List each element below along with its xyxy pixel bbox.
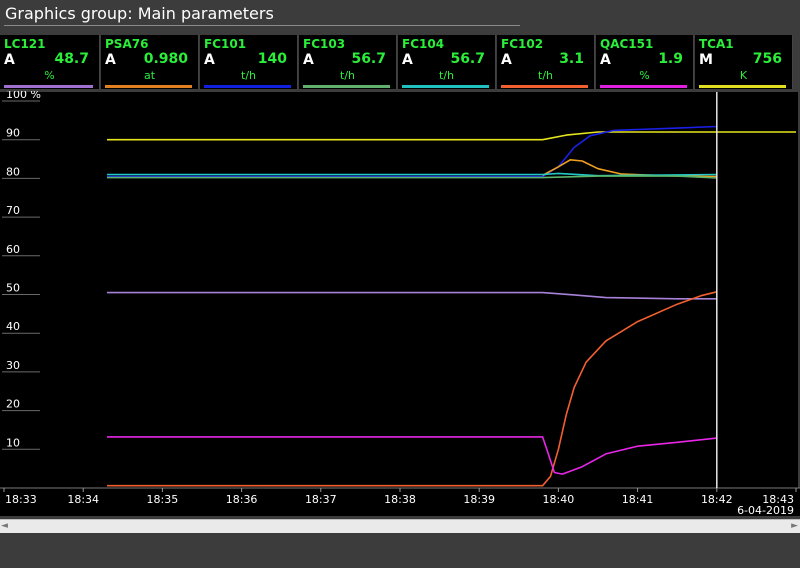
x-tick-label: 18:40 bbox=[543, 493, 575, 506]
x-tick-label: 18:37 bbox=[305, 493, 337, 506]
window-title: Graphics group: Main parameters bbox=[5, 4, 274, 23]
tag-color-swatch bbox=[699, 85, 786, 88]
tag-name: FC104 bbox=[402, 37, 445, 51]
tag-name: QAC151 bbox=[600, 37, 654, 51]
y-tick-label: 100 % bbox=[6, 91, 41, 101]
tag-color-swatch bbox=[4, 85, 93, 88]
tag-unit: % bbox=[44, 69, 55, 82]
tag-tile-qac151[interactable]: QAC151 A 1.9% bbox=[596, 35, 694, 89]
x-tick-label: 18:39 bbox=[463, 493, 495, 506]
tag-tile-lc121[interactable]: LC121 A 48.7% bbox=[0, 35, 100, 89]
tag-tile-fc101[interactable]: FC101 A 140 t/h bbox=[200, 35, 298, 89]
tag-name: FC103 bbox=[303, 37, 346, 51]
tag-color-swatch bbox=[204, 85, 291, 88]
tag-mode: A bbox=[600, 52, 611, 68]
tag-unit: at bbox=[143, 69, 156, 82]
tag-name: FC101 bbox=[204, 37, 247, 51]
tag-value: 56.7 bbox=[351, 51, 386, 67]
date-label: 6-04-2019 bbox=[737, 504, 794, 517]
tag-panel: LC121 A 48.7% PSA76 A 0.980 at FC101 A 140 t/h FC10… bbox=[0, 35, 800, 89]
x-tick-label: 18:35 bbox=[147, 493, 179, 506]
x-tick-label: 18:38 bbox=[384, 493, 416, 506]
tag-color-swatch bbox=[303, 85, 390, 88]
tag-unit: t/h bbox=[340, 69, 355, 82]
tag-name: LC121 bbox=[4, 37, 46, 51]
x-tick-label: 18:42 bbox=[701, 493, 733, 506]
x-tick-label: 18:36 bbox=[226, 493, 258, 506]
y-tick-label: 10 bbox=[6, 436, 20, 449]
tag-mode: A bbox=[501, 52, 512, 68]
tag-color-swatch bbox=[105, 85, 192, 88]
tag-unit: t/h bbox=[439, 69, 454, 82]
tag-tile-psa76[interactable]: PSA76 A 0.980 at bbox=[101, 35, 199, 89]
scroll-left-icon[interactable]: ◄ bbox=[1, 521, 8, 531]
y-tick-label: 30 bbox=[6, 359, 20, 372]
tag-mode: A bbox=[303, 52, 314, 68]
tag-mode: A bbox=[402, 52, 413, 68]
tag-tile-fc104[interactable]: FC104 A 56.7 t/h bbox=[398, 35, 496, 89]
tag-value: 756 bbox=[752, 51, 782, 67]
tag-value: 48.7 bbox=[54, 51, 89, 67]
tag-name: FC102 bbox=[501, 37, 544, 51]
tag-color-swatch bbox=[501, 85, 588, 88]
trend-chart[interactable]: 10 20 30 40 50 60 70 80 90 100 % 18:33 18:34 18:35 18… bbox=[0, 91, 800, 519]
tag-mode: M bbox=[699, 52, 713, 68]
tag-tile-tca1[interactable]: TCA1 M 756 K bbox=[695, 35, 793, 89]
tag-mode: A bbox=[204, 52, 215, 68]
tag-color-swatch bbox=[600, 85, 687, 88]
tag-unit: K bbox=[739, 69, 748, 82]
y-tick-label: 60 bbox=[6, 243, 20, 256]
x-tick-label: 18:33 bbox=[5, 493, 37, 506]
y-tick-label: 70 bbox=[6, 204, 20, 217]
tag-mode: A bbox=[4, 52, 15, 68]
y-tick-label: 90 bbox=[6, 127, 20, 140]
y-tick-label: 50 bbox=[6, 282, 20, 295]
scroll-right-icon[interactable]: ► bbox=[791, 521, 798, 531]
tag-value: 56.7 bbox=[450, 51, 485, 67]
y-tick-label: 80 bbox=[6, 165, 20, 178]
x-tick-label: 18:41 bbox=[622, 493, 654, 506]
y-tick-label: 20 bbox=[6, 398, 20, 411]
plot-area bbox=[0, 92, 798, 488]
tag-mode: A bbox=[105, 52, 116, 68]
tag-unit: t/h bbox=[241, 69, 256, 82]
tag-unit: t/h bbox=[538, 69, 553, 82]
tag-tile-fc102[interactable]: FC102 A 3.1 t/h bbox=[497, 35, 595, 89]
tag-value: 0.980 bbox=[143, 51, 188, 67]
y-tick-label: 40 bbox=[6, 320, 20, 333]
horizontal-scrollbar[interactable]: ◄ ► bbox=[0, 519, 800, 533]
tag-value: 140 bbox=[257, 51, 287, 67]
tag-name: PSA76 bbox=[105, 37, 149, 51]
tag-tile-fc103[interactable]: FC103 A 56.7 t/h bbox=[299, 35, 397, 89]
tag-unit: % bbox=[639, 69, 650, 82]
tag-name: TCA1 bbox=[699, 37, 734, 51]
tag-color-swatch bbox=[402, 85, 489, 88]
tag-value: 3.1 bbox=[559, 51, 584, 67]
title-divider bbox=[4, 25, 520, 26]
tag-value: 1.9 bbox=[658, 51, 683, 67]
x-tick-label: 18:34 bbox=[67, 493, 99, 506]
